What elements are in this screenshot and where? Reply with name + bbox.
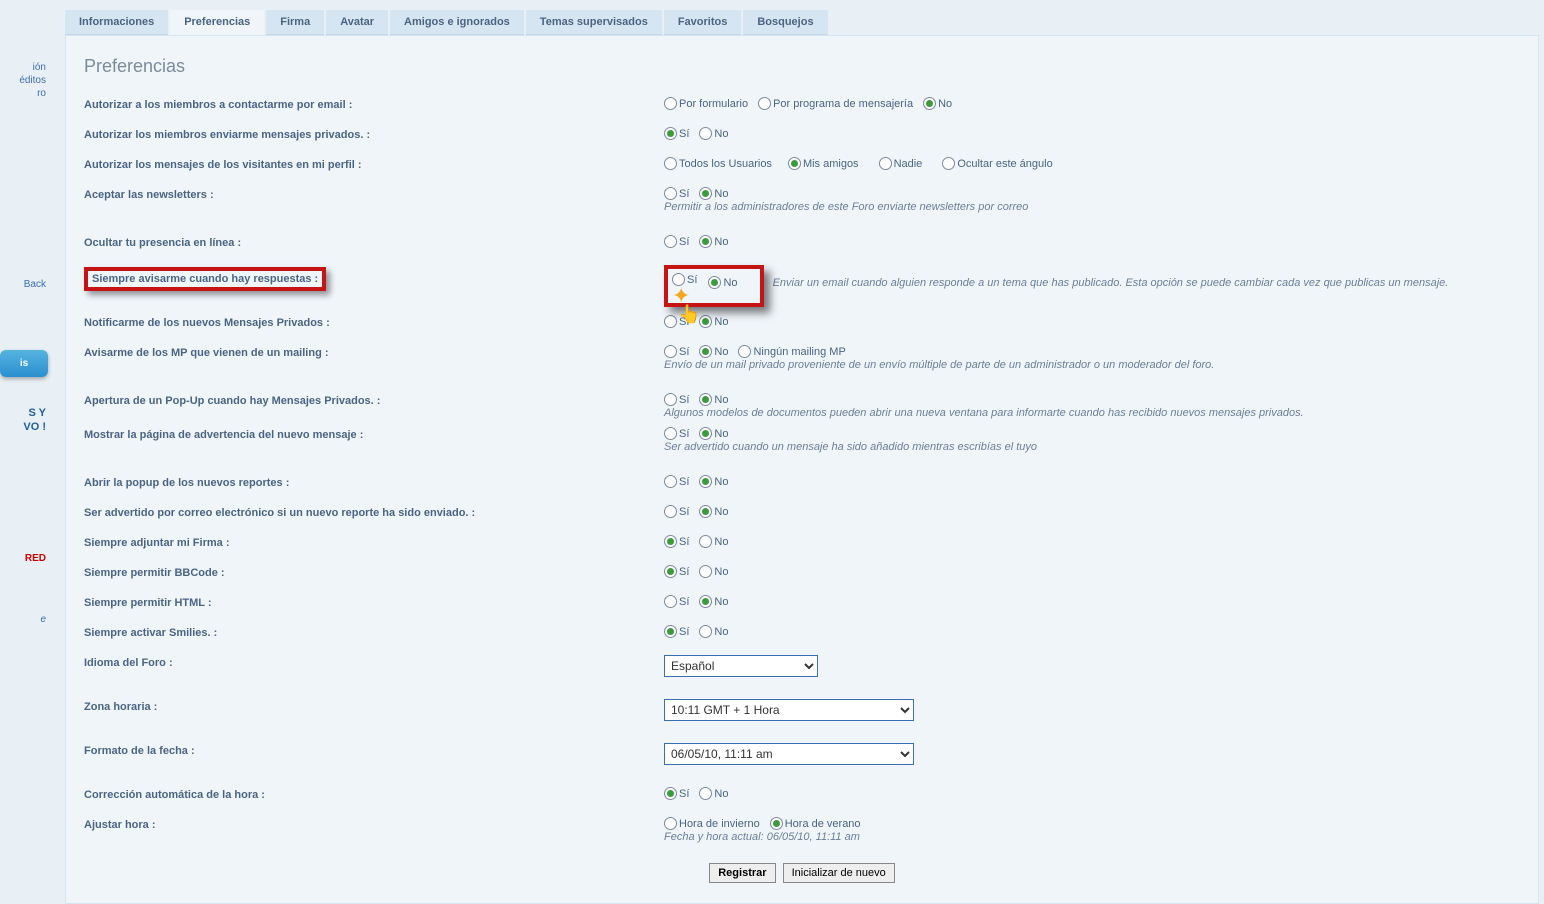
label-newsletters: Aceptar las newsletters :: [84, 187, 664, 201]
radio-invierno[interactable]: [664, 817, 677, 830]
label-smilies: Siempre activar Smilies. :: [84, 625, 664, 639]
radio-ningun[interactable]: [738, 345, 751, 358]
radio-si[interactable]: [664, 187, 677, 200]
radio-nadie[interactable]: [879, 157, 892, 170]
label-warn-page: Mostrar la página de advertencia del nue…: [84, 427, 664, 441]
preferences-panel: Preferencias Autorizar a los miembros a …: [65, 35, 1539, 904]
radio-por-programa[interactable]: [758, 97, 771, 110]
label-timezone: Zona horaria :: [84, 699, 664, 713]
label-notify-pm: Notificarme de los nuevos Mensajes Priva…: [84, 315, 664, 329]
radio-no[interactable]: [699, 345, 712, 358]
tab-preferencias[interactable]: Preferencias: [170, 10, 264, 35]
radio-ocultar[interactable]: [942, 157, 955, 170]
radio-no[interactable]: [699, 315, 712, 328]
radio-todos[interactable]: [664, 157, 677, 170]
sidebar-link[interactable]: ro: [0, 88, 50, 99]
radio-no[interactable]: [708, 276, 721, 289]
cursor-pointer-icon: 👆: [678, 304, 700, 325]
date-format-select[interactable]: 06/05/10, 11:11 am: [664, 743, 914, 765]
label-mailing-pm: Avisarme de los MP que vienen de un mail…: [84, 345, 664, 359]
highlight-opts-notify-replies: Sí No ✦ 👆: [664, 265, 764, 307]
sidebar-link[interactable]: éditos: [0, 75, 50, 86]
radio-no[interactable]: [699, 127, 712, 140]
radio-si[interactable]: [664, 595, 677, 608]
tab-favoritos[interactable]: Favoritos: [664, 10, 742, 35]
radio-no[interactable]: [699, 565, 712, 578]
hint-current-time: Fecha y hora actual: 06/05/10, 11:11 am: [664, 831, 1520, 843]
radio-no[interactable]: [699, 535, 712, 548]
tabs: Informaciones Preferencias Firma Avatar …: [65, 10, 1539, 35]
radio-no[interactable]: [699, 625, 712, 638]
radio-no[interactable]: [699, 427, 712, 440]
radio-si[interactable]: [664, 393, 677, 406]
timezone-select[interactable]: 10:11 GMT + 1 Hora: [664, 699, 914, 721]
sidebar-link[interactable]: ión: [0, 62, 50, 73]
label-popup-pm: Apertura de un Pop-Up cuando hay Mensaje…: [84, 393, 664, 407]
radio-por-formulario[interactable]: [664, 97, 677, 110]
radio-si[interactable]: [664, 127, 677, 140]
tab-amigos[interactable]: Amigos e ignorados: [390, 10, 524, 35]
sidebar-promo: VO !: [0, 421, 50, 433]
radio-si[interactable]: [664, 235, 677, 248]
radio-no[interactable]: [699, 393, 712, 406]
radio-no[interactable]: [699, 787, 712, 800]
label-visitors: Autorizar los mensajes de los visitantes…: [84, 157, 664, 171]
sidebar-blue-button[interactable]: is: [0, 350, 48, 377]
highlight-label-notify-replies: Siempre avisarme cuando hay respuestas :: [84, 267, 326, 291]
radio-no[interactable]: [699, 595, 712, 608]
radio-si[interactable]: [664, 535, 677, 548]
tab-informaciones[interactable]: Informaciones: [65, 10, 168, 35]
save-button[interactable]: Registrar: [709, 863, 775, 883]
panel-title: Preferencias: [84, 56, 1520, 77]
label-hide-presence: Ocultar tu presencia en línea :: [84, 235, 664, 249]
radio-no[interactable]: [699, 187, 712, 200]
label-bbcode: Siempre permitir BBCode :: [84, 565, 664, 579]
radio-si[interactable]: [664, 427, 677, 440]
hint-notify-replies: Enviar un email cuando alguien responde …: [773, 277, 1449, 289]
tab-temas[interactable]: Temas supervisados: [526, 10, 662, 35]
label-contact-email: Autorizar a los miembros a contactarme p…: [84, 97, 664, 111]
radio-si[interactable]: [664, 625, 677, 638]
label-auto-time: Corrección automática de la hora :: [84, 787, 664, 801]
radio-si[interactable]: [664, 787, 677, 800]
radio-no[interactable]: [699, 475, 712, 488]
label-date-format: Formato de la fecha :: [84, 743, 664, 757]
radio-si[interactable]: [664, 505, 677, 518]
reset-button[interactable]: Inicializar de nuevo: [783, 863, 895, 883]
radio-si[interactable]: [664, 565, 677, 578]
label-popup-reports: Abrir la popup de los nuevos reportes :: [84, 475, 664, 489]
radio-si[interactable]: [664, 315, 677, 328]
radio-no[interactable]: [699, 505, 712, 518]
radio-amigos[interactable]: [788, 157, 801, 170]
radio-si[interactable]: [664, 475, 677, 488]
sidebar-back[interactable]: Back: [0, 279, 50, 290]
label-adjust-time: Ajustar hora :: [84, 817, 664, 831]
sidebar-red[interactable]: RED: [0, 553, 50, 564]
label-lang: Idioma del Foro :: [84, 655, 664, 669]
tab-firma[interactable]: Firma: [266, 10, 324, 35]
radio-si[interactable]: [664, 345, 677, 358]
label-attach-sig: Siempre adjuntar mi Firma :: [84, 535, 664, 549]
sidebar-promo: S Y: [0, 407, 50, 419]
hint-mailing-pm: Envío de un mail privado proveniente de …: [664, 359, 1520, 371]
sidebar: ión éditos ro Back is S Y VO ! RED e: [0, 0, 50, 904]
label-pm: Autorizar los miembros enviarme mensajes…: [84, 127, 664, 141]
lang-select[interactable]: Español: [664, 655, 818, 677]
radio-no[interactable]: [699, 235, 712, 248]
label-email-reports: Ser advertido por correo electrónico si …: [84, 505, 664, 519]
radio-no[interactable]: [923, 97, 936, 110]
hint-newsletters: Permitir a los administradores de este F…: [664, 201, 1520, 213]
label-html: Siempre permitir HTML :: [84, 595, 664, 609]
hint-popup-pm: Algunos modelos de documentos pueden abr…: [664, 407, 1520, 419]
tab-avatar[interactable]: Avatar: [326, 10, 388, 35]
sidebar-dark[interactable]: e: [0, 614, 50, 625]
tab-bosquejos[interactable]: Bosquejos: [743, 10, 827, 35]
radio-verano[interactable]: [770, 817, 783, 830]
hint-warn-page: Ser advertido cuando un mensaje ha sido …: [664, 441, 1520, 453]
